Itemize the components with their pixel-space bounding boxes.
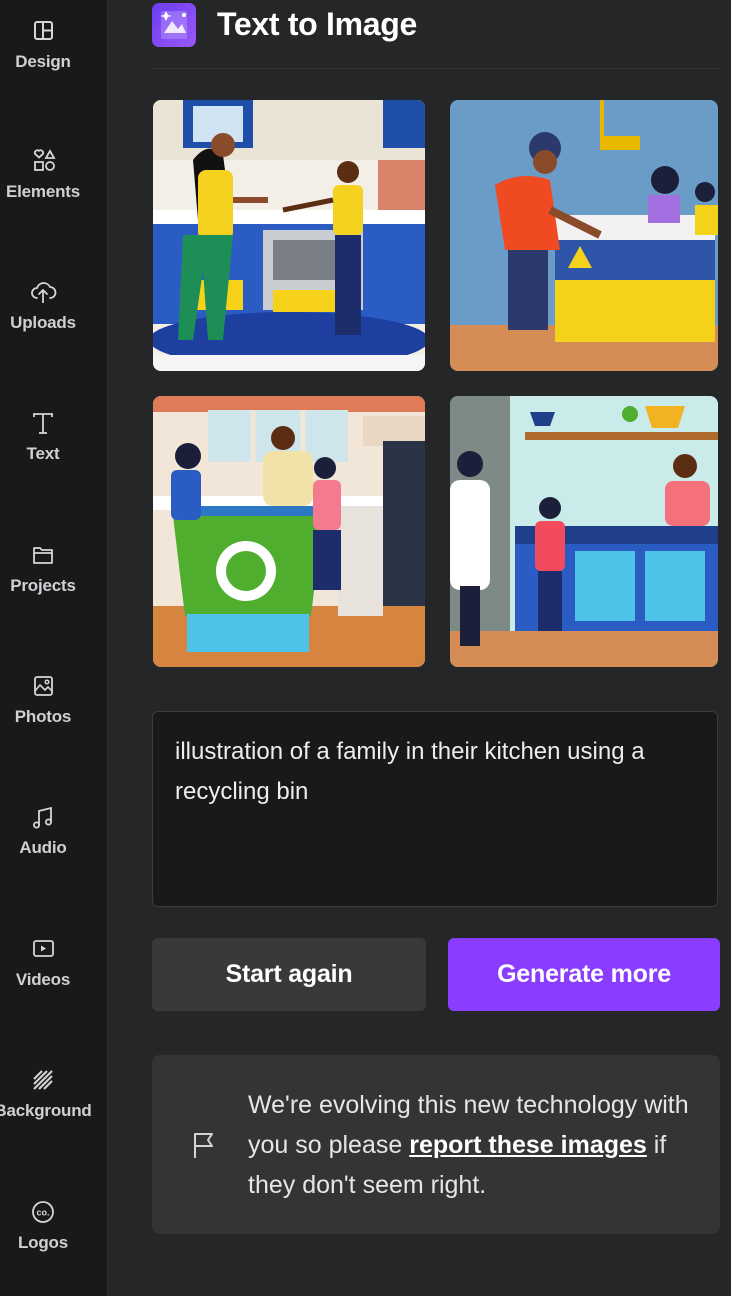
feedback-notice: We're evolving this new technology with … [152, 1055, 720, 1234]
prompt-text: illustration of a family in their kitche… [175, 738, 645, 805]
sidebar-item-label: Text [26, 444, 60, 463]
sidebar-item-videos[interactable]: Videos [0, 932, 86, 990]
generated-image-3[interactable] [153, 396, 425, 667]
folder-icon [33, 547, 53, 564]
prompt-textarea[interactable]: illustration of a family in their kitche… [152, 711, 718, 907]
image-icon [34, 676, 53, 696]
sidebar-item-label: Design [15, 52, 71, 71]
cloud-upload-icon [31, 282, 57, 303]
sidebar-item-label: Elements [6, 182, 80, 201]
sidebar-item-label: Videos [15, 970, 71, 989]
kitchen-illustration [153, 100, 425, 371]
sidebar-item-design[interactable]: Design [0, 14, 86, 72]
sidebar: Design Elements Uploads Text Projects Ph… [0, 0, 108, 1296]
report-images-link[interactable]: report these images [409, 1131, 647, 1159]
sidebar-item-label: Photos [14, 707, 72, 726]
sidebar-item-background[interactable]: Background [0, 1063, 92, 1121]
logo-badge-icon: co. [32, 1201, 54, 1223]
generated-image-4[interactable] [450, 396, 718, 667]
sidebar-item-projects[interactable]: Projects [0, 538, 86, 596]
sidebar-item-label: Audio [19, 838, 67, 857]
kitchen-illustration [153, 396, 425, 667]
generated-image-1[interactable] [153, 100, 425, 371]
notice-text: We're evolving this new technology with … [248, 1085, 698, 1205]
sidebar-item-label: Uploads [10, 313, 76, 332]
sidebar-item-elements[interactable]: Elements [0, 144, 86, 202]
sidebar-item-audio[interactable]: Audio [0, 800, 86, 858]
video-icon [33, 940, 54, 957]
sidebar-item-text[interactable]: Text [0, 406, 86, 464]
start-again-button[interactable]: Start again [152, 938, 426, 1011]
layout-icon [34, 21, 53, 40]
text-to-image-app-icon [152, 3, 196, 47]
sidebar-item-label: Projects [10, 576, 76, 595]
text-icon [33, 413, 53, 434]
sidebar-item-label: Logos [18, 1233, 68, 1252]
sidebar-item-uploads[interactable]: Uploads [0, 275, 86, 333]
panel-header: Text to Image [152, 0, 720, 69]
music-note-icon [33, 806, 52, 829]
kitchen-illustration [450, 100, 718, 371]
shapes-icon [33, 149, 56, 171]
generated-image-2[interactable] [450, 100, 718, 371]
flag-icon [194, 1133, 213, 1158]
kitchen-illustration [450, 396, 718, 667]
sidebar-item-logos[interactable]: co. Logos [0, 1195, 86, 1253]
generate-more-button[interactable]: Generate more [448, 938, 720, 1011]
sidebar-item-photos[interactable]: Photos [0, 669, 86, 727]
page-title: Text to Image [217, 6, 417, 42]
sidebar-item-label: Background [0, 1101, 92, 1120]
stripes-icon [33, 1070, 53, 1090]
svg-text:co.: co. [36, 1208, 49, 1218]
